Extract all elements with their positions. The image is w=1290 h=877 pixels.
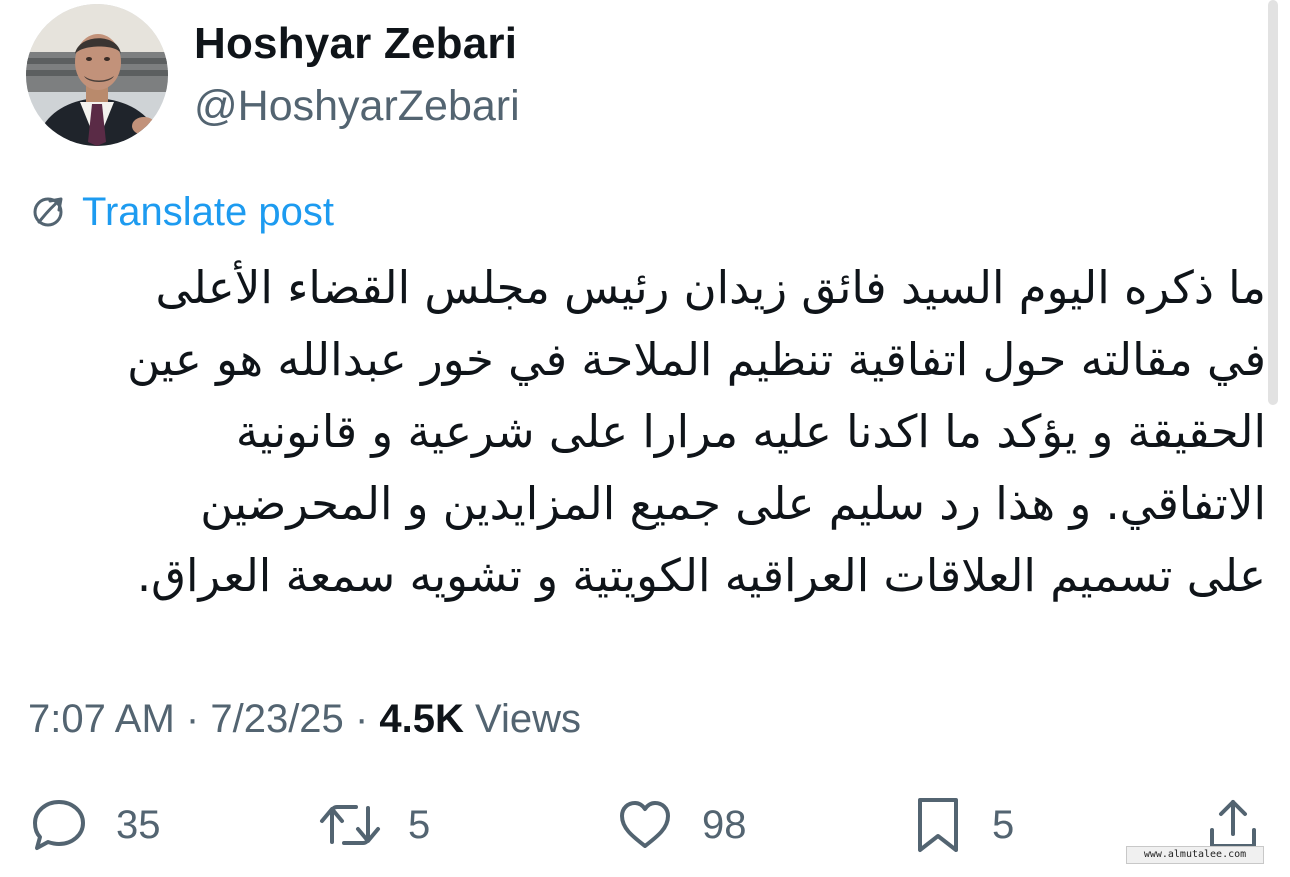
like-button[interactable]: 98 [614, 790, 747, 860]
globe-translate-icon [28, 192, 68, 232]
profile-photo [26, 4, 168, 146]
repost-button[interactable]: 5 [318, 790, 430, 860]
like-count: 98 [702, 802, 747, 847]
author-display-name[interactable]: Hoshyar Zebari [194, 19, 517, 69]
tweet-line: في مقالته حول اتفاقية تنظيم الملاحة في خ… [127, 333, 1266, 386]
post-metadata: 7:07 AM · 7/23/25 · 4.5K Views [28, 697, 581, 742]
reply-icon [28, 794, 90, 856]
meta-separator: · [185, 697, 200, 741]
meta-separator: · [354, 697, 369, 741]
tweet-line: ما ذكره اليوم السيد فائق زيدان رئيس مجلس… [155, 261, 1267, 314]
post-date[interactable]: 7/23/25 [210, 697, 343, 741]
tweet-line: على تسميم العلاقات العراقيه الكويتية و ت… [136, 549, 1266, 602]
tweet-line: الاتفاقي. و هذا رد سليم على جميع المزايد… [200, 477, 1266, 530]
views-label: Views [475, 697, 581, 741]
scrollbar[interactable] [1268, 0, 1278, 405]
heart-icon [614, 794, 676, 856]
translate-post-label: Translate post [82, 189, 334, 234]
views-count[interactable]: 4.5K [379, 697, 464, 741]
bookmark-button[interactable]: 5 [910, 790, 1014, 860]
bookmark-icon [910, 794, 966, 856]
tweet-line: الحقيقة و يؤكد ما اكدنا عليه مرارا على ش… [235, 405, 1266, 458]
watermark: www.almutalee.com [1126, 846, 1264, 864]
tweet-text: ما ذكره اليوم السيد فائق زيدان رئيس مجلس… [28, 252, 1266, 612]
reply-count: 35 [116, 802, 161, 847]
reply-button[interactable]: 35 [28, 790, 161, 860]
post-time[interactable]: 7:07 AM [28, 697, 175, 741]
bookmark-count: 5 [992, 802, 1015, 847]
repost-icon [318, 794, 382, 856]
repost-count: 5 [408, 802, 431, 847]
avatar[interactable] [26, 4, 168, 146]
action-bar: 35 5 98 5 [0, 790, 1290, 860]
post-detail-view: Hoshyar Zebari @HoshyarZebari Translate … [0, 0, 1290, 877]
translate-post-link[interactable]: Translate post [28, 188, 334, 236]
author-handle[interactable]: @HoshyarZebari [194, 82, 520, 131]
